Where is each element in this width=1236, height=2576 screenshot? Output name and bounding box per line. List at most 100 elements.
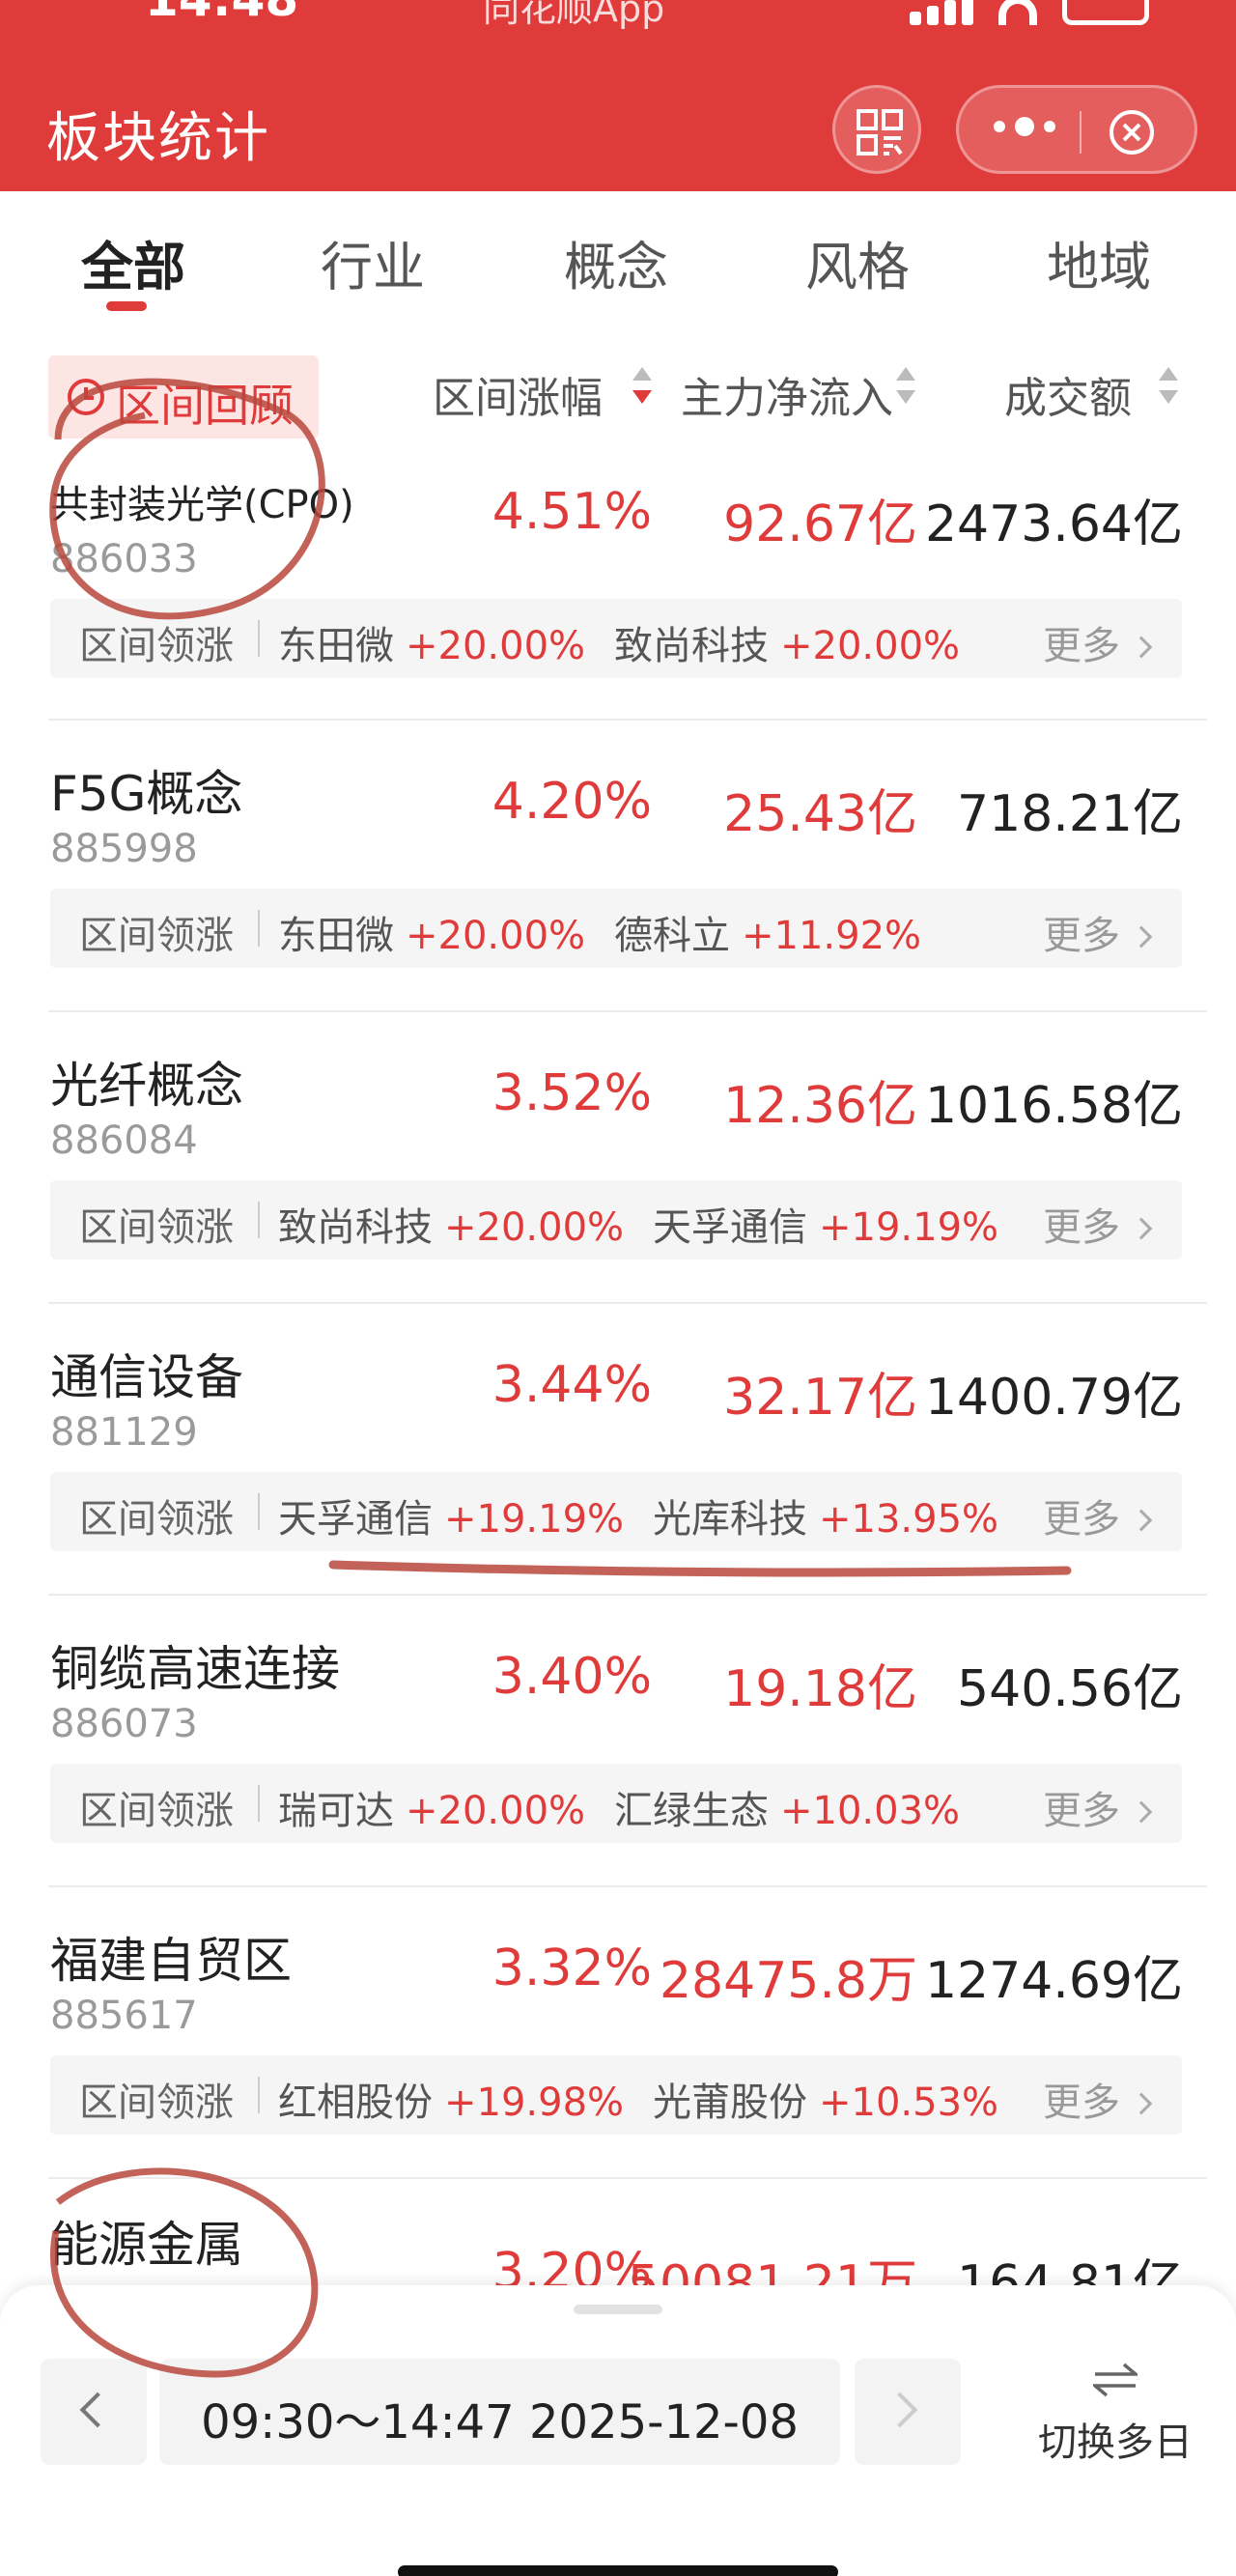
leader-label: 区间领涨 [79,1205,234,1250]
leader-stock[interactable]: 天孚通信 +19.19% [653,1196,998,1252]
more-dots-icon[interactable] [994,117,1055,136]
leader-stock[interactable]: 天孚通信 +19.19% [278,1487,624,1543]
interval-review-label: 区间回顾 [116,380,294,432]
main-net-inflow: 28475.8万 [659,1952,917,2010]
list-item[interactable]: 福建自贸区 885617 3.32% 28475.8万 1274.69亿 区间领… [0,1901,1236,2193]
clock-icon [68,379,104,415]
chevron-right-icon [1130,1217,1153,1240]
close-circle-icon[interactable] [1109,109,1155,156]
interval-change: 3.44% [492,1356,652,1414]
battery-icon [1062,0,1149,25]
tab-style[interactable]: 风格 [805,224,910,300]
prev-date-button[interactable] [41,2359,147,2465]
tab-industry[interactable]: 行业 [321,224,425,300]
qr-code-icon [857,109,903,156]
sector-name: 福建自贸区 [50,1933,292,1989]
leader-bar: 区间领涨 天孚通信 +19.19% 光库科技 +13.95% 更多 [50,1472,1182,1551]
sector-name: 能源金属 [50,2217,243,2273]
miniapp-capsule [956,85,1197,174]
leader-bar: 区间领涨 东田微 +20.00% 致尚科技 +20.00% 更多 [50,599,1182,678]
sector-name: 共封装光学(CPO) [50,483,354,527]
turnover-amount: 1274.69亿 [924,1952,1183,2010]
leader-label: 区间领涨 [79,1789,234,1833]
sort-arrows-icon[interactable] [632,367,652,410]
sheet-handle[interactable] [574,2305,662,2314]
turnover-amount: 164.81亿 [957,2255,1183,2289]
col-flow-header[interactable]: 主力净流入 [681,363,893,425]
wifi-icon [998,0,1037,25]
more-link[interactable]: 更多 [1043,1779,1153,1835]
status-app-name: 同花顺App [483,0,665,30]
chevron-left-icon [79,2392,116,2428]
interval-review-button[interactable]: 区间回顾 [48,355,319,439]
leader-label: 区间领涨 [79,1497,234,1542]
divider [258,620,260,657]
column-header: 区间回顾 区间涨幅 主力净流入 成交额 [0,338,1236,444]
turnover-amount: 2473.64亿 [924,495,1183,553]
interval-change: 4.20% [492,773,652,831]
chevron-right-icon [1130,2092,1153,2115]
sort-arrows-icon[interactable] [1159,367,1178,410]
date-range-sheet: 09:30～14:47 2025-12-08 切换多日 [0,2285,1236,2576]
col-change-header[interactable]: 区间涨幅 [433,363,603,425]
tab-all[interactable]: 全部 [81,224,185,300]
page-title: 板块统计 [46,107,270,170]
status-icons [910,0,1149,25]
col-amount-header[interactable]: 成交额 [1004,363,1132,425]
sort-arrows-icon[interactable] [896,367,915,410]
divider [258,1202,260,1238]
divider [258,2077,260,2113]
row-divider [48,1885,1207,1887]
next-date-button[interactable] [855,2359,961,2465]
list-item[interactable]: F5G概念 885998 4.20% 25.43亿 718.21亿 区间领涨 东… [0,734,1236,1026]
list-item[interactable]: 能源金属 3.20% 50081.21万 164.81亿 [0,2173,1236,2289]
leader-stock[interactable]: 致尚科技 +20.00% [614,614,960,670]
switch-multi-day-label: 切换多日 [1038,2420,1193,2465]
sector-code: 886073 [50,1702,198,1746]
leader-bar: 区间领涨 红相股份 +19.98% 光莆股份 +10.53% 更多 [50,2055,1182,2135]
turnover-amount: 718.21亿 [957,785,1183,843]
chevron-right-icon [882,2392,918,2428]
home-indicator [398,2565,838,2576]
sector-code: 886033 [50,537,198,581]
chevron-right-icon [1130,1800,1153,1824]
turnover-amount: 540.56亿 [957,1660,1183,1718]
app-header: 14:48 同花顺App 板块统计 [0,0,1236,191]
main-net-inflow: 12.36亿 [723,1077,917,1135]
more-link[interactable]: 更多 [1043,2071,1153,2127]
turnover-amount: 1400.79亿 [924,1369,1183,1427]
list-item[interactable]: 光纤概念 886084 3.52% 12.36亿 1016.58亿 区间领涨 致… [0,1026,1236,1317]
category-tabs: 全部 行业 概念 风格 地域 [0,191,1236,336]
turnover-amount: 1016.58亿 [924,1077,1183,1135]
row-divider [48,1010,1207,1012]
more-link[interactable]: 更多 [1043,904,1153,960]
qr-code-button[interactable] [832,85,921,174]
date-range-display[interactable]: 09:30～14:47 2025-12-08 [159,2359,840,2465]
more-link[interactable]: 更多 [1043,1487,1153,1543]
sector-code: 885998 [50,827,198,871]
leader-stock[interactable]: 汇绿生态 +10.03% [614,1779,960,1835]
leader-stock[interactable]: 东田微 +20.00% [278,904,585,960]
leader-stock[interactable]: 瑞可达 +20.00% [278,1779,585,1835]
chevron-right-icon [1130,1509,1153,1532]
tab-concept[interactable]: 概念 [564,224,668,300]
leader-stock[interactable]: 德科立 +11.92% [614,904,921,960]
divider [258,1785,260,1822]
leader-stock[interactable]: 东田微 +20.00% [278,614,585,670]
leader-stock[interactable]: 致尚科技 +20.00% [278,1196,624,1252]
list-item[interactable]: 铜缆高速连接 886073 3.40% 19.18亿 540.56亿 区间领涨 … [0,1609,1236,1901]
more-link[interactable]: 更多 [1043,1196,1153,1252]
leader-stock[interactable]: 光莆股份 +10.53% [653,2071,998,2127]
leader-stock[interactable]: 红相股份 +19.98% [278,2071,624,2127]
leader-label: 区间领涨 [79,624,234,668]
chevron-right-icon [1130,636,1153,659]
more-link[interactable]: 更多 [1043,614,1153,670]
main-net-inflow: 25.43亿 [723,785,917,843]
list-item[interactable]: 共封装光学(CPO) 886033 4.51% 92.67亿 2473.64亿 … [0,444,1236,736]
sector-name: F5G概念 [50,766,243,822]
sector-name: 通信设备 [50,1349,243,1405]
tab-region[interactable]: 地域 [1047,224,1151,300]
capsule-divider [1080,111,1082,154]
list-item[interactable]: 通信设备 881129 3.44% 32.17亿 1400.79亿 区间领涨 天… [0,1317,1236,1609]
leader-stock[interactable]: 光库科技 +13.95% [653,1487,998,1543]
